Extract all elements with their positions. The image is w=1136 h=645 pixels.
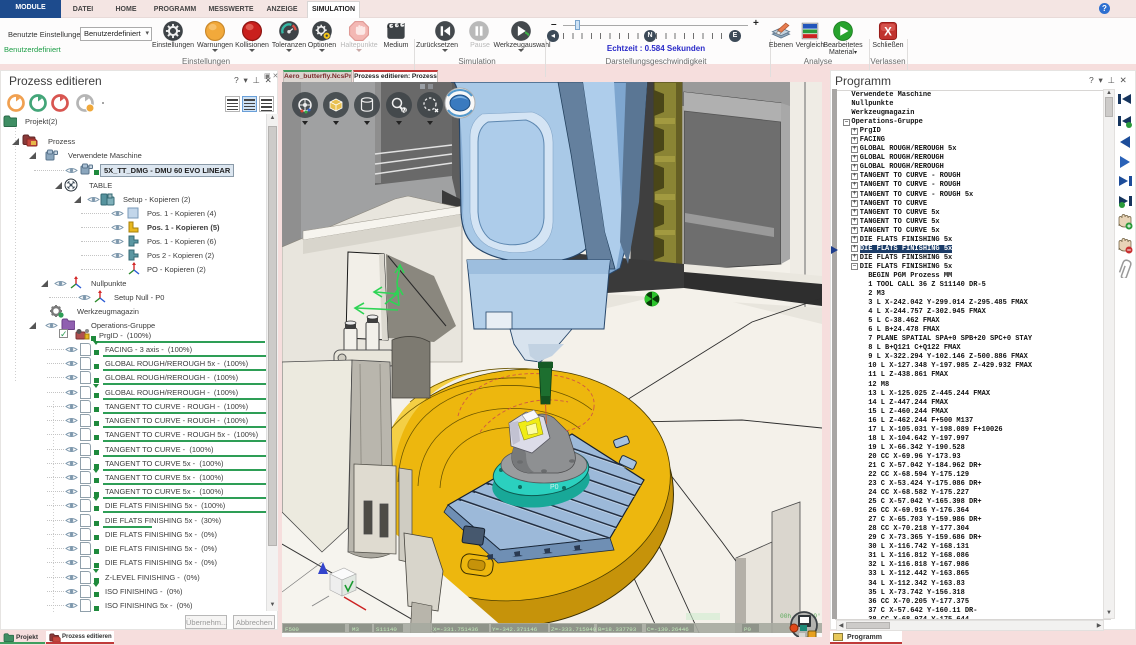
svg-text:S11140: S11140 (376, 626, 397, 633)
svg-text:B=18.337793: B=18.337793 (598, 626, 637, 633)
svg-text:X=-331.751436: X=-331.751436 (433, 626, 479, 633)
svg-text:C=-130.26446: C=-130.26446 (647, 626, 689, 633)
svg-text:F500: F500 (285, 626, 299, 633)
svg-text:Y=-342.371146: Y=-342.371146 (492, 626, 538, 633)
svg-text:P0: P0 (550, 484, 559, 491)
svg-text:X: X (884, 26, 892, 39)
svg-text:N: N (402, 109, 406, 115)
svg-text:Z=-333.715949: Z=-333.715949 (551, 626, 597, 633)
svg-text:P0: P0 (744, 626, 751, 633)
svg-text:M3: M3 (352, 626, 359, 633)
